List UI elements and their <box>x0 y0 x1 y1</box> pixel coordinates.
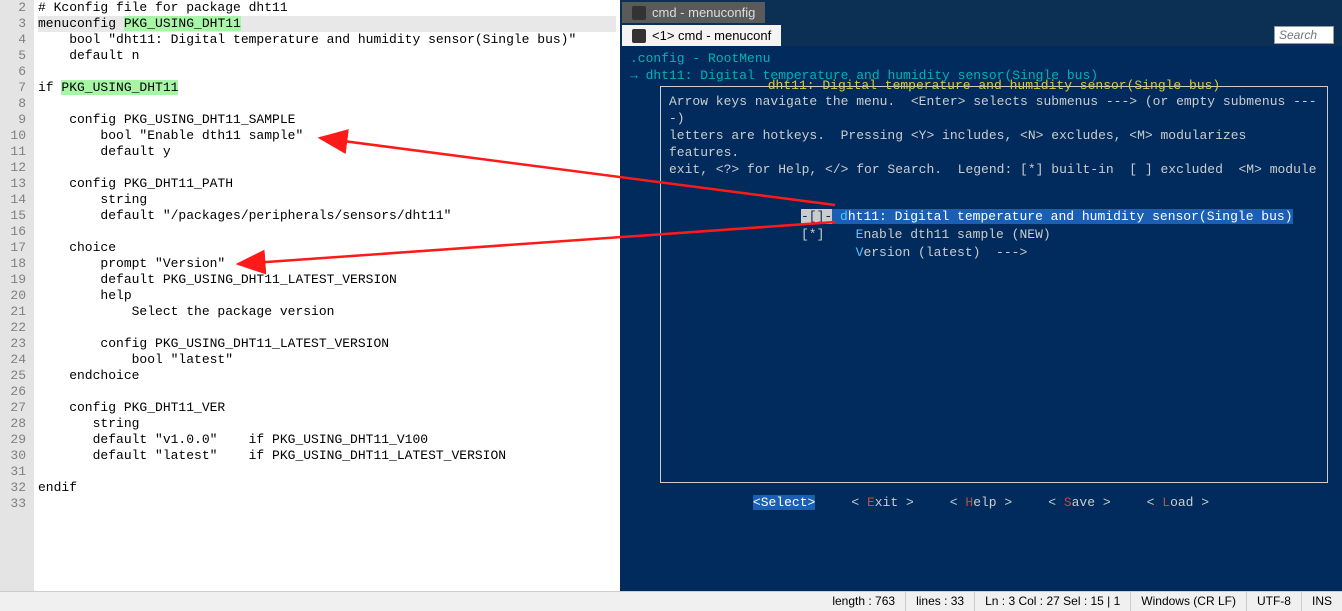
menu-button-exit[interactable]: < Exit > <box>851 495 913 510</box>
status-bar: length : 763 lines : 33 Ln : 3 Col : 27 … <box>0 591 1342 611</box>
terminal-tab-bar-2: <1> cmd - menuconf <box>620 23 1342 46</box>
terminal-icon <box>632 6 646 20</box>
menu-button-load[interactable]: < Load > <box>1147 495 1209 510</box>
menuconfig-box: dht11: Digital temperature and humidity … <box>660 86 1328 483</box>
terminal-body[interactable]: .config - RootMenu → dht11: Digital temp… <box>620 46 1342 591</box>
status-ins: INS <box>1302 592 1342 611</box>
menu-button-help[interactable]: < Help > <box>950 495 1012 510</box>
status-eol: Windows (CR LF) <box>1131 592 1247 611</box>
terminal-icon <box>632 29 646 43</box>
menu-buttons: <Select> < Exit > < Help > < Save > < Load > <box>630 495 1332 510</box>
menu-button-select[interactable]: <Select> <box>753 495 815 510</box>
tab-label: <1> cmd - menuconf <box>652 28 771 43</box>
terminal-tab-bar: cmd - menuconfig <box>620 0 1342 23</box>
menu-help-text: Arrow keys navigate the menu. <Enter> se… <box>661 93 1327 178</box>
code-area[interactable]: 2345678910111213141516171819202122232425… <box>0 0 620 592</box>
search-input[interactable] <box>1274 26 1334 44</box>
menu-button-save[interactable]: < Save > <box>1048 495 1110 510</box>
code-editor: 2345678910111213141516171819202122232425… <box>0 0 620 611</box>
code-content[interactable]: # Kconfig file for package dht11menuconf… <box>34 0 620 592</box>
status-enc: UTF-8 <box>1247 592 1302 611</box>
menu-item[interactable]: -[]- dht11: Digital temperature and humi… <box>801 208 1327 226</box>
terminal-tab-active[interactable]: <1> cmd - menuconf <box>622 25 781 46</box>
status-pos: Ln : 3 Col : 27 Sel : 15 | 1 <box>975 592 1131 611</box>
status-lines: lines : 33 <box>906 592 975 611</box>
menu-item[interactable]: [*] Enable dth11 sample (NEW) <box>801 226 1327 244</box>
menu-item[interactable]: Version (latest) ---> <box>801 244 1327 262</box>
line-gutter: 2345678910111213141516171819202122232425… <box>0 0 34 592</box>
status-length: length : 763 <box>822 592 906 611</box>
terminal-window: cmd - menuconfig <1> cmd - menuconf .con… <box>620 0 1342 611</box>
terminal-tab-inactive[interactable]: cmd - menuconfig <box>622 2 765 23</box>
tab-label: cmd - menuconfig <box>652 5 755 20</box>
breadcrumb: .config - RootMenu <box>630 50 1332 67</box>
menu-items: -[]- dht11: Digital temperature and humi… <box>661 208 1327 262</box>
